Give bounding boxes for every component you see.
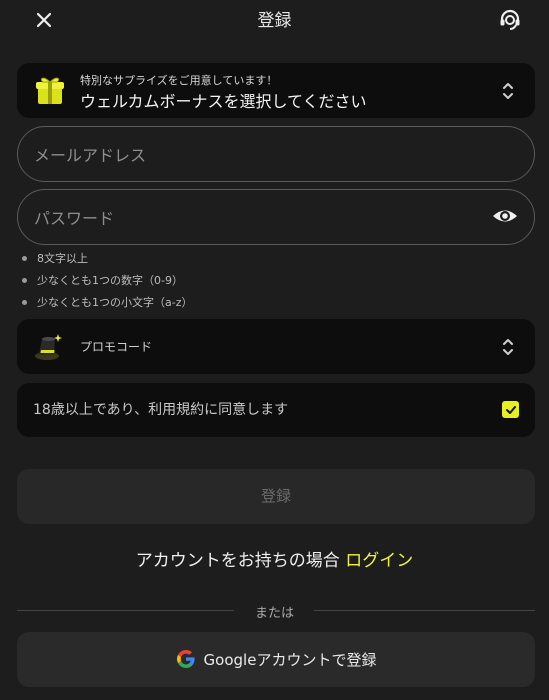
bullet-icon <box>22 277 27 283</box>
age-terms-agreement[interactable]: 18歳以上であり、利用規約に同意します <box>17 383 535 437</box>
password-rule: 少なくとも1つの小文字（a-z） <box>22 294 192 310</box>
promo-code-selector[interactable]: プロモコード <box>17 319 535 374</box>
bonus-subtitle: 特別なサプライズをご用意しています！ <box>80 74 278 87</box>
agreement-checkbox[interactable] <box>502 401 519 418</box>
google-button-label: Googleアカウントで登録 <box>203 651 377 669</box>
headset-icon <box>500 9 520 30</box>
support-button[interactable] <box>496 6 524 34</box>
chevron-up-down-icon <box>503 83 513 99</box>
login-link[interactable]: ログイン <box>345 551 413 571</box>
agreement-label: 18歳以上であり、利用規約に同意します <box>33 402 289 418</box>
password-field[interactable]: パスワード <box>17 189 535 245</box>
password-rule: 少なくとも1つの数字（0-9） <box>22 272 183 288</box>
login-prompt-line: アカウントをお持ちの場合 ログイン <box>0 546 549 571</box>
rule-text: 8文字以上 <box>37 252 88 265</box>
password-rule: 8文字以上 <box>22 250 88 266</box>
email-placeholder: メールアドレス <box>34 146 147 165</box>
google-signup-button[interactable]: Googleアカウントで登録 <box>17 632 535 687</box>
promo-code-label: プロモコード <box>80 340 153 354</box>
checkmark-icon <box>505 405 516 414</box>
login-prompt: アカウントをお持ちの場合 <box>135 551 340 571</box>
eye-icon[interactable] <box>492 205 518 227</box>
rule-text: 少なくとも1つの数字（0-9） <box>37 274 183 287</box>
rule-text: 少なくとも1つの小文字（a-z） <box>37 296 193 309</box>
password-placeholder: パスワード <box>34 209 115 228</box>
bonus-label: ウェルカムボーナスを選択してください <box>80 92 367 111</box>
chevron-up-down-icon <box>503 339 513 355</box>
bullet-icon <box>22 299 27 305</box>
google-button-content: Googleアカウントで登録 <box>17 649 535 671</box>
register-button[interactable]: 登録 <box>17 469 535 524</box>
email-field[interactable]: メールアドレス <box>17 126 535 182</box>
page-title: 登録 <box>257 11 292 31</box>
gift-icon <box>36 77 64 104</box>
welcome-bonus-selector[interactable]: 特別なサプライズをご用意しています！ ウェルカムボーナスを選択してください <box>17 63 535 118</box>
bullet-icon <box>22 255 27 261</box>
magic-hat-icon <box>35 334 62 360</box>
google-logo-icon <box>176 649 195 668</box>
divider-text: または <box>254 606 294 621</box>
